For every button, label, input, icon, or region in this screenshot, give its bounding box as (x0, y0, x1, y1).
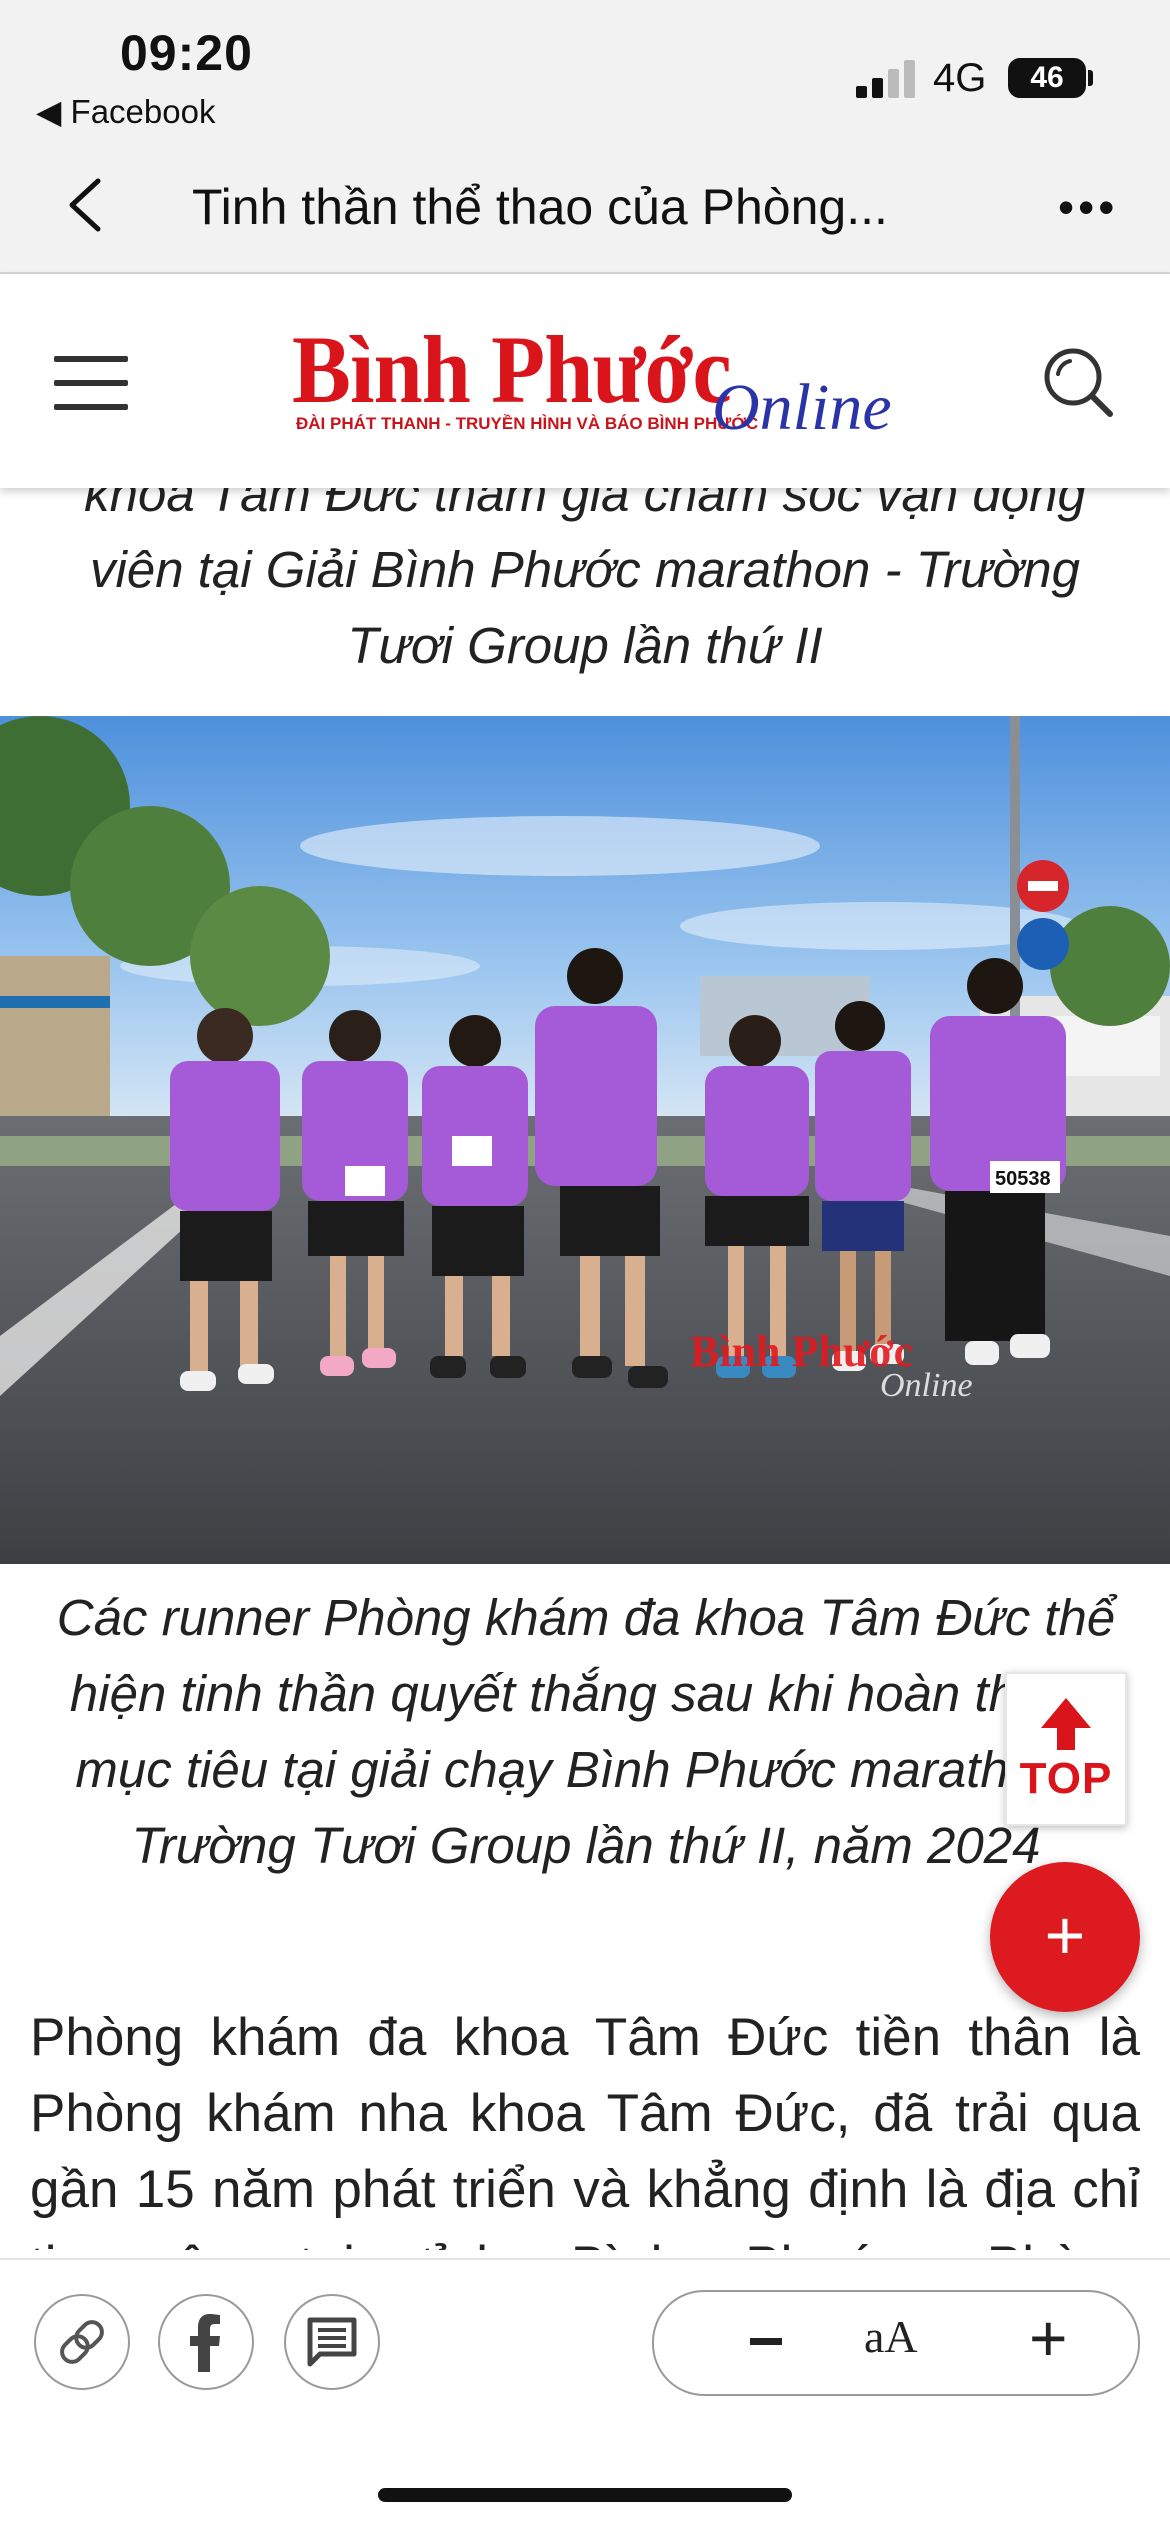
plus-fab-button[interactable]: + (990, 1862, 1140, 2012)
up-arrow-stem (1057, 1726, 1075, 1750)
status-time: 09:20 (120, 25, 253, 81)
share-facebook-button[interactable] (158, 2294, 254, 2390)
battery-level: 46 (1030, 61, 1064, 94)
copy-link-button[interactable] (34, 2294, 130, 2390)
article-body: Phòng khám đa khoa Tâm Đức tiền thân là … (30, 2008, 1140, 2250)
site-logo[interactable]: Bình Phước ĐÀI PHÁT THANH - TRUYỀN HÌNH … (292, 314, 912, 454)
decrease-font-button[interactable] (750, 2338, 782, 2345)
runners-photo-illustration: 50538 Bình Phước Online (0, 716, 1170, 1564)
home-indicator[interactable] (378, 2488, 792, 2502)
page-title: Tinh thần thể thao của Phòng... (192, 179, 888, 235)
font-size-control: aA + (652, 2290, 1140, 2396)
bottom-safe-area (0, 2426, 1170, 2532)
hamburger-menu-icon[interactable] (54, 356, 128, 410)
up-arrow-icon (1041, 1698, 1091, 1728)
battery-icon: 46 (1008, 58, 1086, 98)
back-chevron-icon[interactable] (62, 175, 108, 235)
link-icon (60, 2320, 104, 2364)
cellular-signal-icon (856, 58, 920, 98)
font-size-label: aA (864, 2311, 918, 2362)
photo-caption: Các runner Phòng khám đa khoa Tâm Đức th… (56, 1589, 1116, 1874)
photo-watermark-online: Online (880, 1367, 973, 1404)
bib-number: 50538 (995, 1168, 1051, 1190)
previous-photo-caption: khoa Tâm Đức tham gia chăm sóc vận động … (84, 465, 1086, 674)
increase-font-button[interactable]: + (1029, 2300, 1068, 2376)
top-label: TOP (1019, 1754, 1113, 1803)
scroll-to-top-button[interactable]: TOP (1005, 1672, 1127, 1826)
logo-online-text: Online (712, 371, 892, 444)
browser-nav-bar: Tinh thần thể thao của Phòng... ••• (0, 140, 1170, 274)
comment-icon (307, 2317, 357, 2367)
logo-main-text: Bình Phước (292, 316, 732, 423)
article-toolbar: aA + (0, 2258, 1170, 2428)
site-header: Bình Phước ĐÀI PHÁT THANH - TRUYỀN HÌNH … (0, 274, 1170, 488)
search-icon[interactable] (1040, 344, 1116, 420)
status-bar: 09:20 ◀ Facebook 4G 46 (0, 0, 1170, 140)
facebook-icon (190, 2314, 220, 2372)
more-icon[interactable]: ••• (1058, 180, 1118, 234)
battery-tip (1088, 70, 1093, 86)
logo-subtitle: ĐÀI PHÁT THANH - TRUYỀN HÌNH VÀ BÁO BÌNH… (296, 414, 759, 433)
article-photo: 50538 Bình Phước Online (0, 716, 1170, 1564)
network-type: 4G (933, 56, 987, 100)
back-to-facebook-link[interactable]: ◀ Facebook (36, 92, 215, 131)
comment-button[interactable] (284, 2294, 380, 2390)
